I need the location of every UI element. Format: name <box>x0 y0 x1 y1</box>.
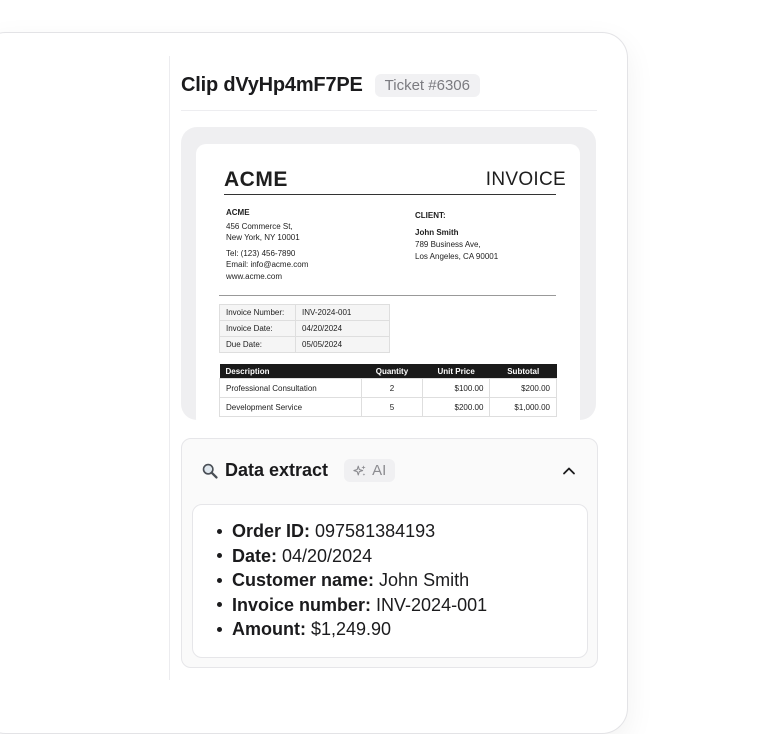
table-cell: Development Service <box>218 397 363 417</box>
field-label: Amount: <box>232 619 306 639</box>
column-header: Subtotal <box>489 364 557 379</box>
client-address-line: Los Angeles, CA 90001 <box>415 252 499 261</box>
search-icon <box>202 463 218 479</box>
meta-value: 04/20/2024 <box>295 320 390 337</box>
table-cell: $200.00 <box>421 397 491 417</box>
field-value: INV-2024-001 <box>376 594 488 615</box>
meta-value: INV-2024-001 <box>295 304 390 321</box>
list-item: Date: 04/20/2024 <box>217 544 487 569</box>
table-row: Invoice Number: INV-2024-001 <box>219 304 390 321</box>
field-value: 04/20/2024 <box>282 545 373 566</box>
invoice-heading: INVOICE <box>485 169 566 190</box>
field-label: Customer name: <box>232 570 375 590</box>
invoice-divider <box>219 295 556 296</box>
field-value: John Smith <box>379 570 470 590</box>
column-header: Unit Price <box>422 364 490 379</box>
table-row: Professional Consultation 2 $100.00 $200… <box>218 378 557 398</box>
field-label: Invoice number: <box>232 594 372 615</box>
meta-value: 05/05/2024 <box>295 336 390 353</box>
meta-key: Due Date: <box>219 336 296 353</box>
table-row: Invoice Date: 04/20/2024 <box>219 320 390 337</box>
table-cell: 5 <box>361 397 423 417</box>
sparkle-icon <box>353 464 366 476</box>
extracted-fields-list: Order ID: 097581384193 Date: 04/20/2024 … <box>217 519 487 642</box>
chevron-up-icon[interactable] <box>561 463 577 479</box>
data-extract-title: Data extract <box>225 460 329 480</box>
field-value: 097581384193 <box>315 521 436 541</box>
table-header-row: Description Quantity Unit Price Subtotal <box>219 364 557 379</box>
data-extract-card: Data extract AI Order ID: 097581384193 D… <box>181 438 598 668</box>
clip-panel: Clip dVyHp4mF7PE Ticket #6306 ACME INVOI… <box>181 0 598 680</box>
list-item: Amount: $1,249.90 <box>217 617 487 642</box>
table-cell: $200.00 <box>489 378 557 398</box>
field-value: $1,249.90 <box>310 619 392 639</box>
sender-email: Email: info@acme.com <box>226 260 309 269</box>
clip-header: Clip dVyHp4mF7PE Ticket #6306 <box>181 74 480 97</box>
client-address-line: 789 Business Ave, <box>415 240 481 249</box>
ticket-badge[interactable]: Ticket #6306 <box>374 74 480 97</box>
sender-phone: Tel: (123) 456-7890 <box>226 248 296 258</box>
sender-address: ACME 456 Commerce St, New York, NY 10001… <box>226 207 308 282</box>
invoice-divider <box>224 194 556 195</box>
table-cell: Professional Consultation <box>218 378 363 398</box>
clip-title: Clip dVyHp4mF7PE <box>181 74 363 96</box>
ai-badge: AI <box>344 459 396 482</box>
table-cell: 2 <box>361 378 423 398</box>
sender-website: www.acme.com <box>226 271 283 281</box>
data-extract-header: Data extract AI <box>201 459 396 482</box>
invoice-preview[interactable]: ACME INVOICE ACME 456 Commerce St, New Y… <box>181 127 596 420</box>
list-item: Invoice number: INV-2024-001 <box>217 593 487 618</box>
header-divider <box>181 110 597 111</box>
meta-key: Invoice Number: <box>219 304 296 321</box>
column-header: Quantity <box>361 364 423 379</box>
table-row: Due Date: 05/05/2024 <box>219 336 390 353</box>
sidebar-divider <box>169 56 170 680</box>
column-header: Description <box>219 364 362 379</box>
invoice-items-table: Description Quantity Unit Price Subtotal… <box>218 364 557 417</box>
client-name: John Smith <box>415 228 459 237</box>
sender-address-line: New York, NY 10001 <box>226 233 300 242</box>
invoice-logo: ACME <box>224 168 288 191</box>
list-item: Order ID: 097581384193 <box>217 519 487 544</box>
sender-address-line: 456 Commerce St, <box>226 221 293 231</box>
field-label: Order ID: <box>232 521 311 541</box>
ai-badge-label: AI <box>372 462 387 479</box>
list-item: Customer name: John Smith <box>217 568 487 593</box>
invoice-meta-table: Invoice Number: INV-2024-001 Invoice Dat… <box>219 304 390 353</box>
table-row: Development Service 5 $200.00 $1,000.00 <box>218 397 557 417</box>
client-address: CLIENT: John Smith 789 Business Ave, Los… <box>415 210 498 263</box>
table-cell: $100.00 <box>421 378 491 398</box>
data-extract-results: Order ID: 097581384193 Date: 04/20/2024 … <box>192 504 588 658</box>
sender-name: ACME <box>226 208 250 217</box>
meta-key: Invoice Date: <box>219 320 296 337</box>
client-label: CLIENT: <box>415 211 446 220</box>
field-label: Date: <box>232 545 278 566</box>
invoice-document: ACME INVOICE ACME 456 Commerce St, New Y… <box>196 144 580 420</box>
table-cell: $1,000.00 <box>489 397 557 417</box>
